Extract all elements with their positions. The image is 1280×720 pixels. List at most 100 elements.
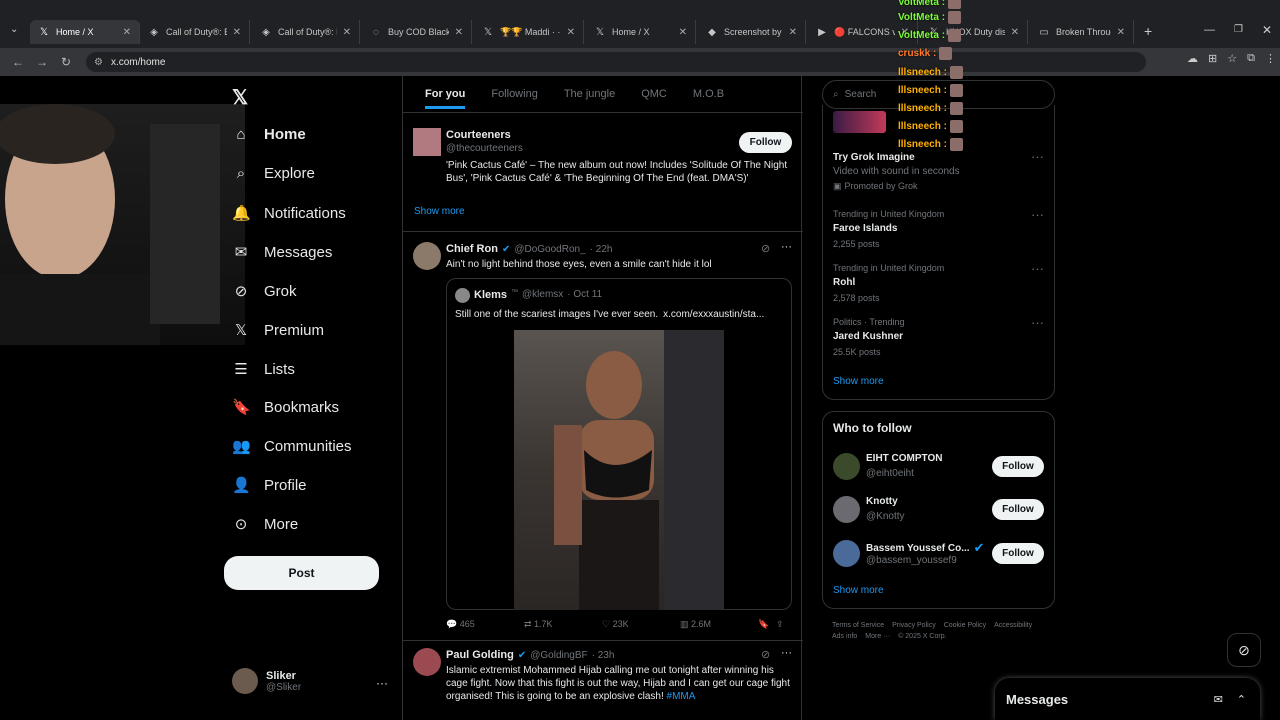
browser-tab[interactable]: 𝕏 Home / X ✕ bbox=[30, 20, 140, 44]
expand-icon[interactable]: ⌃ bbox=[1237, 693, 1246, 706]
nav-item-profile[interactable]: 👤 Profile bbox=[232, 476, 307, 495]
hashtag-link[interactable]: #MMA bbox=[667, 691, 696, 702]
cloud-icon[interactable]: ☁ bbox=[1187, 52, 1198, 65]
bookmark-icon[interactable]: 🔖 bbox=[758, 619, 776, 630]
restore-icon[interactable]: ❐ bbox=[1234, 24, 1243, 35]
new-message-icon[interactable]: ✉ bbox=[1214, 693, 1223, 706]
quote-link[interactable]: x.com/exxxaustin/sta... bbox=[663, 308, 764, 321]
trend-more-icon[interactable]: ··· bbox=[1031, 261, 1044, 276]
browser-tab[interactable]: ◈ Call of Duty®: Bla ✕ bbox=[140, 20, 250, 44]
site-info-icon[interactable]: ⚙ bbox=[94, 57, 103, 68]
close-tab-icon[interactable]: ✕ bbox=[679, 27, 687, 38]
feed-tab[interactable]: For you bbox=[425, 88, 466, 109]
messages-drawer[interactable]: Messages ✉ ⌃ bbox=[995, 678, 1260, 720]
grok-float-icon[interactable]: ⊘ bbox=[1227, 633, 1261, 667]
browser-tab[interactable]: 𝕏 Home / X ✕ bbox=[586, 20, 696, 44]
follow-button[interactable]: Follow bbox=[992, 499, 1044, 520]
nav-item-lists[interactable]: ☰ Lists bbox=[232, 360, 295, 379]
trend-item[interactable]: Trending in United Kingdom Rohl 2,578 po… bbox=[833, 261, 1044, 303]
grok-icon[interactable]: ⊘ bbox=[761, 242, 770, 255]
post-author[interactable]: Courteeners bbox=[446, 129, 511, 141]
reply-button[interactable]: 💬 465 bbox=[446, 619, 524, 630]
trend-more-icon[interactable]: ··· bbox=[1031, 207, 1044, 222]
footer-link[interactable]: More ··· bbox=[865, 633, 890, 640]
footer-link[interactable]: Terms of Service bbox=[832, 622, 884, 629]
close-tab-icon[interactable]: ✕ bbox=[567, 27, 575, 38]
tab-search-icon[interactable]: ⌄ bbox=[10, 24, 18, 35]
browser-tab[interactable]: ◌ Buy COD Black O ✕ bbox=[362, 20, 472, 44]
x-logo-icon[interactable]: 𝕏 bbox=[232, 85, 248, 110]
post-author[interactable]: Chief Ron bbox=[446, 243, 498, 255]
nav-item-messages[interactable]: ✉ Messages bbox=[232, 243, 333, 262]
follow-button[interactable]: Follow bbox=[992, 456, 1044, 477]
nav-item-premium[interactable]: 𝕏 Premium bbox=[232, 321, 324, 340]
browser-tab[interactable]: 𝕏 🏆🏆 Maddi · · ✕ bbox=[474, 20, 584, 44]
back-icon[interactable]: ← bbox=[6, 55, 30, 69]
post-author[interactable]: Paul Golding bbox=[446, 649, 514, 661]
grok-icon[interactable]: ⊘ bbox=[761, 648, 770, 661]
avatar[interactable] bbox=[413, 128, 441, 156]
nav-item-notifications[interactable]: 🔔 Notifications bbox=[232, 204, 346, 223]
like-button[interactable]: ♡ 23K bbox=[602, 619, 680, 630]
feed-tab[interactable]: Following bbox=[491, 88, 537, 100]
feed-tab[interactable]: M.O.B bbox=[693, 88, 724, 100]
close-window-icon[interactable]: ✕ bbox=[1262, 23, 1272, 37]
post-handle[interactable]: @GoldingBF bbox=[530, 650, 587, 661]
footer-link[interactable]: Accessibility bbox=[994, 622, 1032, 629]
close-tab-icon[interactable]: ✕ bbox=[1117, 27, 1125, 38]
footer-link[interactable]: Privacy Policy bbox=[892, 622, 936, 629]
nav-item-more[interactable]: ⊙ More bbox=[232, 515, 298, 534]
trends-show-more[interactable]: Show more bbox=[833, 376, 884, 387]
reload-icon[interactable]: ↻ bbox=[54, 55, 78, 69]
avatar[interactable] bbox=[413, 242, 441, 270]
new-tab-icon[interactable]: + bbox=[1144, 23, 1152, 39]
suggested-account[interactable]: Bassem Youssef Co... ✔ @bassem_youssef9 F… bbox=[833, 539, 1045, 569]
quoted-post[interactable]: Klems ™ @klemsx · Oct 11 Still one of th… bbox=[446, 278, 792, 610]
post-button[interactable]: Post bbox=[224, 556, 379, 590]
promo-title[interactable]: Try Grok Imagine bbox=[833, 152, 915, 163]
browser-tab[interactable]: ◈ Call of Duty®: Bla ✕ bbox=[252, 20, 360, 44]
follow-button[interactable]: Follow bbox=[992, 543, 1044, 564]
feed-tab[interactable]: QMC bbox=[641, 88, 667, 100]
close-tab-icon[interactable]: ✕ bbox=[343, 27, 351, 38]
nav-item-explore[interactable]: ⌕ Explore bbox=[232, 165, 315, 182]
trend-item[interactable]: Trending in United Kingdom Faroe Islands… bbox=[833, 207, 1044, 249]
promo-thumbnail[interactable] bbox=[833, 111, 886, 133]
minimize-icon[interactable]: — bbox=[1204, 24, 1215, 36]
nav-item-communities[interactable]: 👥 Communities bbox=[232, 437, 352, 456]
menu-icon[interactable]: ⋮ bbox=[1265, 52, 1276, 65]
bookmark-star-icon[interactable]: ☆ bbox=[1227, 52, 1237, 65]
post-time[interactable]: · 23h bbox=[592, 650, 615, 661]
account-more-icon[interactable]: ··· bbox=[376, 676, 388, 690]
views-button[interactable]: ▥ 2.6M bbox=[680, 619, 758, 630]
quoted-image[interactable] bbox=[514, 330, 724, 610]
footer-link[interactable]: Cookie Policy bbox=[944, 622, 986, 629]
close-tab-icon[interactable]: ✕ bbox=[455, 27, 463, 38]
post-more-icon[interactable]: ··· bbox=[781, 241, 792, 253]
url-field[interactable]: ⚙ x.com/home bbox=[86, 52, 1146, 72]
nav-item-bookmarks[interactable]: 🔖 Bookmarks bbox=[232, 398, 339, 417]
footer-link[interactable]: Ads info bbox=[832, 633, 857, 640]
trend-item[interactable]: Politics · Trending Jared Kushner 25.5K … bbox=[833, 315, 1044, 357]
install-icon[interactable]: ⊞ bbox=[1208, 52, 1217, 65]
forward-icon[interactable]: → bbox=[30, 55, 54, 69]
nav-item-grok[interactable]: ⊘ Grok bbox=[232, 282, 297, 301]
post-handle[interactable]: @thecourteeners bbox=[446, 143, 523, 154]
close-tab-icon[interactable]: ✕ bbox=[233, 27, 241, 38]
browser-tab[interactable]: ◆ Screenshot by Lig ✕ bbox=[698, 20, 806, 44]
repost-button[interactable]: ⇄ 1.7K bbox=[524, 619, 602, 630]
show-more-link[interactable]: Show more bbox=[414, 206, 465, 217]
post-time[interactable]: · 22h bbox=[590, 244, 613, 255]
suggested-account[interactable]: EIHT COMPTON @eiht0eiht Follow bbox=[833, 452, 1045, 482]
account-switcher[interactable]: Sliker @Sliker bbox=[232, 668, 301, 694]
trend-more-icon[interactable]: ··· bbox=[1031, 315, 1044, 330]
promo-more-icon[interactable]: ··· bbox=[1031, 149, 1044, 164]
follow-button[interactable]: Follow bbox=[739, 132, 792, 153]
close-tab-icon[interactable]: ✕ bbox=[123, 27, 131, 38]
who-show-more[interactable]: Show more bbox=[833, 585, 884, 596]
close-tab-icon[interactable]: ✕ bbox=[789, 27, 797, 38]
post-handle[interactable]: @DoGoodRon_ bbox=[514, 244, 585, 255]
feed-tab[interactable]: The jungle bbox=[564, 88, 615, 100]
share-icon[interactable]: ⇪ bbox=[776, 619, 784, 630]
post-more-icon[interactable]: ··· bbox=[781, 647, 792, 659]
